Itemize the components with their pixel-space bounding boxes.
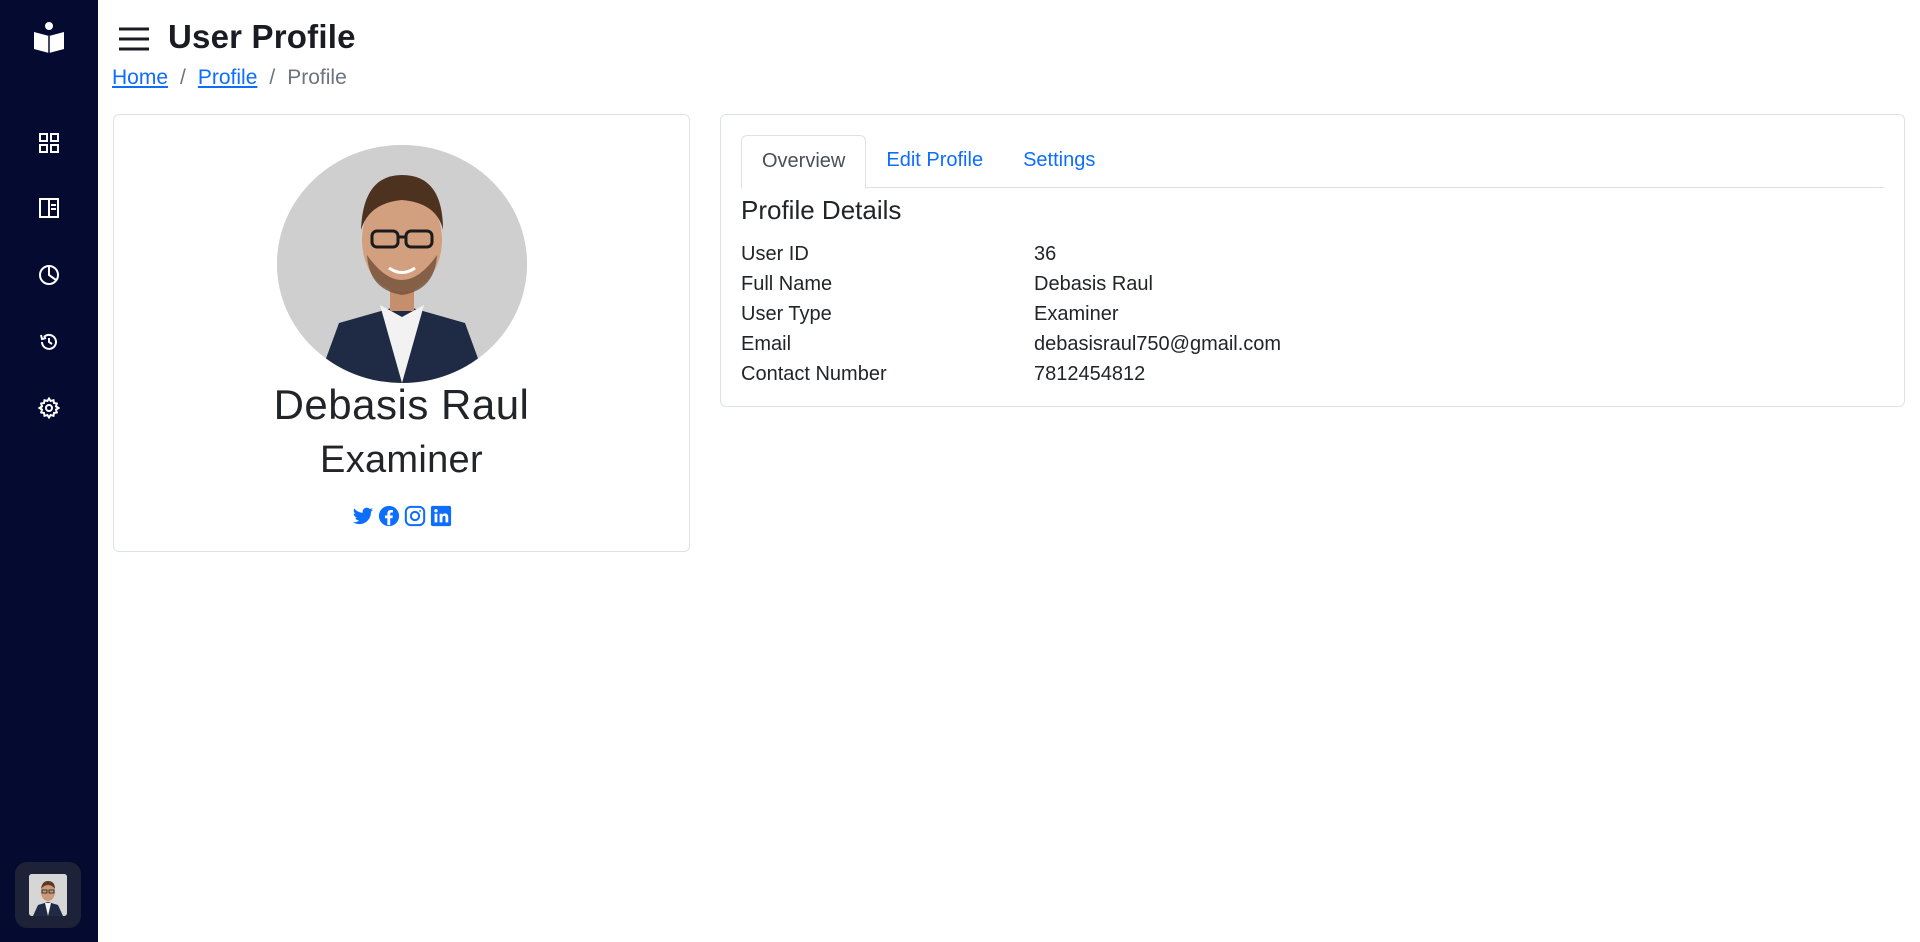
pie-chart-icon xyxy=(39,265,59,285)
instagram-icon[interactable] xyxy=(404,505,426,527)
breadcrumb: Home / Profile / Profile xyxy=(112,66,347,90)
tab-overview[interactable]: Overview xyxy=(741,135,867,189)
profile-tabs: Overview Edit Profile Settings xyxy=(741,135,1884,189)
detail-value: Examiner xyxy=(1034,302,1119,325)
breadcrumb-current: Profile xyxy=(287,66,347,89)
detail-value: 7812454812 xyxy=(1034,362,1146,385)
history-icon xyxy=(40,333,57,350)
social-links xyxy=(114,505,689,527)
breadcrumb-separator: / xyxy=(269,66,276,89)
profile-role: Examiner xyxy=(320,439,483,481)
detail-label: Email xyxy=(741,332,792,355)
breadcrumb-profile-link[interactable]: Profile xyxy=(198,66,258,90)
detail-label: User Type xyxy=(741,302,832,325)
detail-row-user-id: User ID 36 xyxy=(741,239,1841,269)
avatar xyxy=(29,874,67,916)
facebook-icon[interactable] xyxy=(378,505,400,527)
sidebar-item-reports[interactable] xyxy=(35,261,63,289)
sidebar-item-settings[interactable] xyxy=(35,394,63,422)
twitter-icon[interactable] xyxy=(352,505,374,527)
sidebar xyxy=(0,0,98,942)
profile-details-list: User ID 36 Full Name Debasis Raul User T… xyxy=(741,239,1841,389)
tab-edit-profile[interactable]: Edit Profile xyxy=(866,135,1003,187)
profile-name: Debasis Raul xyxy=(273,381,530,428)
dashboard-grid-icon xyxy=(39,133,59,153)
detail-value: Debasis Raul xyxy=(1034,272,1153,295)
detail-row-full-name: Full Name Debasis Raul xyxy=(741,269,1841,299)
profile-details-title: Profile Details xyxy=(741,195,902,225)
detail-row-contact-number: Contact Number 7812454812 xyxy=(741,359,1841,389)
profile-card: Debasis Raul Examiner xyxy=(113,114,690,552)
sidebar-item-history[interactable] xyxy=(35,328,63,356)
app-logo-icon[interactable] xyxy=(31,19,67,55)
detail-label: Full Name xyxy=(741,272,833,295)
tab-settings[interactable]: Settings xyxy=(1003,135,1115,187)
menu-toggle-icon[interactable] xyxy=(118,26,150,52)
layout-panel-icon xyxy=(39,198,59,218)
gear-icon xyxy=(38,397,60,419)
linkedin-icon[interactable] xyxy=(430,505,452,527)
page-title: User Profile xyxy=(168,18,356,55)
user-avatar-button[interactable] xyxy=(15,862,81,928)
breadcrumb-home-link[interactable]: Home xyxy=(112,66,168,90)
profile-details-card: Overview Edit Profile Settings Profile D… xyxy=(720,114,1905,407)
detail-value: debasisraul750@gmail.com xyxy=(1034,332,1282,355)
detail-value: 36 xyxy=(1034,242,1057,265)
sidebar-item-dashboard[interactable] xyxy=(35,129,63,157)
breadcrumb-separator: / xyxy=(180,66,186,89)
profile-photo xyxy=(277,145,527,383)
detail-label: Contact Number xyxy=(741,362,887,385)
detail-row-user-type: User Type Examiner xyxy=(741,299,1841,329)
sidebar-item-layout[interactable] xyxy=(35,194,63,222)
detail-row-email: Email debasisraul750@gmail.com xyxy=(741,329,1841,359)
detail-label: User ID xyxy=(741,242,809,265)
